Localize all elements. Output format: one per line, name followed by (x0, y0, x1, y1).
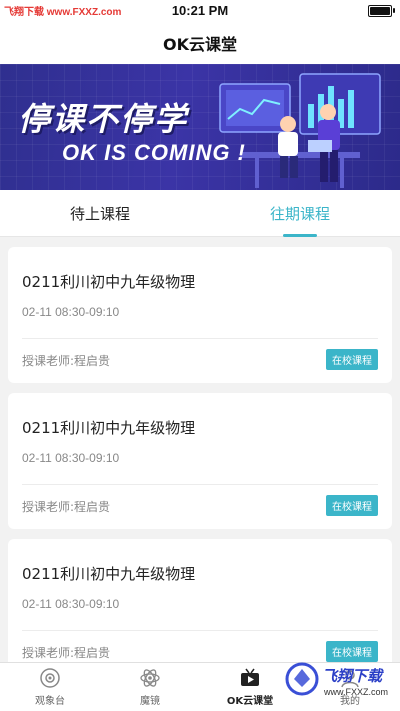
course-teacher: 授课老师:程启贵 (22, 354, 111, 368)
battery-icon (368, 5, 395, 17)
tabbar-label: 观象台 (35, 696, 65, 707)
card-divider (22, 484, 378, 485)
magic-mirror-icon (140, 669, 160, 687)
svg-text:飞翔下载: 飞翔下载 (322, 667, 384, 685)
observatory-icon (40, 668, 60, 688)
svg-text:www.FXXZ.com: www.FXXZ.com (323, 687, 388, 697)
course-card[interactable]: 0211利川初中九年级物理 02-11 08:30-09:10 授课老师:程启贵… (8, 247, 392, 383)
tv-icon (241, 668, 259, 686)
page-title: OK云课堂 (162, 35, 237, 54)
course-tabs: 待上课程 往期课程 (0, 190, 400, 237)
banner-headline: 停课不停学 (18, 100, 189, 138)
status-bar: 飞翔下载 www.FXXZ.com 10:21 PM (0, 0, 400, 22)
course-card[interactable]: 0211利川初中九年级物理 02-11 08:30-09:10 授课老师:程启贵… (8, 539, 392, 675)
course-time: 02-11 08:30-09:10 (22, 451, 120, 465)
banner-illustration (219, 73, 381, 188)
watermark-logo: 飞翔下载 www.FXXZ.com (285, 662, 388, 697)
banner-subtitle: OK IS COMING ! (62, 140, 246, 165)
nav-bar: OK云课堂 (0, 22, 400, 64)
course-badge: 在校课程 (326, 495, 378, 516)
tabbar-item-magic-mirror[interactable]: 魔镜 (100, 663, 200, 711)
tab-past[interactable]: 往期课程 (200, 190, 400, 236)
course-time: 02-11 08:30-09:10 (22, 597, 120, 611)
tabbar-label: OK云课堂 (226, 696, 274, 707)
course-title: 0211利川初中九年级物理 (22, 419, 196, 437)
course-badge: 在校课程 (326, 349, 378, 370)
course-time: 02-11 08:30-09:10 (22, 305, 120, 319)
course-list: 0211利川初中九年级物理 02-11 08:30-09:10 授课老师:程启贵… (8, 247, 392, 685)
course-teacher: 授课老师:程启贵 (22, 646, 111, 660)
card-divider (22, 630, 378, 631)
status-time: 10:21 PM (171, 3, 229, 18)
course-card[interactable]: 0211利川初中九年级物理 02-11 08:30-09:10 授课老师:程启贵… (8, 393, 392, 529)
course-title: 0211利川初中九年级物理 (22, 273, 196, 291)
tabbar-item-observatory[interactable]: 观象台 (0, 663, 100, 711)
promo-banner[interactable]: 停课不停学 OK IS COMING ! (0, 64, 400, 190)
tab-upcoming[interactable]: 待上课程 (0, 190, 200, 236)
course-title: 0211利川初中九年级物理 (22, 565, 196, 583)
course-teacher: 授课老师:程启贵 (22, 500, 111, 514)
card-divider (22, 338, 378, 339)
tabbar-label: 魔镜 (140, 696, 160, 707)
